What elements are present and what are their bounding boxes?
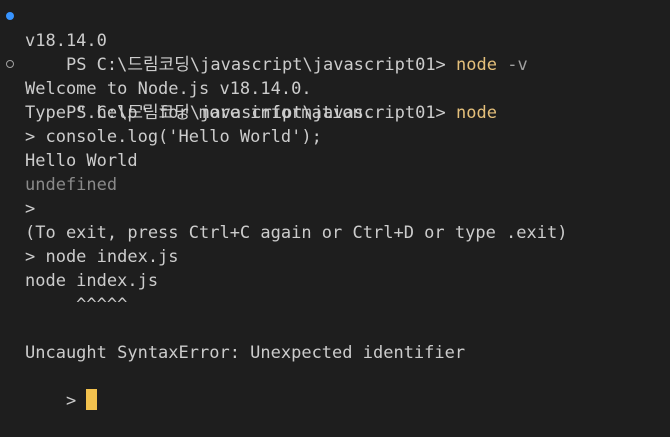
- error-caret-line: ^^^^^: [25, 295, 128, 315]
- text-cursor: [86, 389, 98, 410]
- repl-input-line: > console.log('Hello World');: [25, 127, 322, 147]
- prompt-line: PS C:\드림코딩\javascript\javascript01> node…: [0, 5, 670, 75]
- repl-input-line: > node index.js: [25, 247, 179, 267]
- output-line: Hello World: [25, 151, 138, 171]
- prompt-line: PS C:\드림코딩\javascript\javascript01> node: [0, 53, 670, 123]
- terminal-output[interactable]: PS C:\드림코딩\javascript\javascript01> node…: [0, 5, 670, 411]
- output-line: v18.14.0: [25, 31, 107, 51]
- command-running-icon[interactable]: [6, 60, 14, 68]
- error-message-line: Uncaught SyntaxError: Unexpected identif…: [25, 343, 466, 363]
- output-line-undefined: undefined: [25, 175, 118, 195]
- output-line: Type ".help" for more information.: [25, 103, 373, 123]
- repl-prompt-symbol: >: [65, 391, 87, 411]
- error-source-line: node index.js: [25, 271, 159, 291]
- output-line: Welcome to Node.js v18.14.0.: [25, 79, 312, 99]
- repl-prompt-line: >: [25, 199, 36, 219]
- active-repl-prompt[interactable]: >: [0, 365, 670, 411]
- command-success-icon[interactable]: [6, 12, 14, 20]
- output-line: (To exit, press Ctrl+C again or Ctrl+D o…: [25, 223, 568, 243]
